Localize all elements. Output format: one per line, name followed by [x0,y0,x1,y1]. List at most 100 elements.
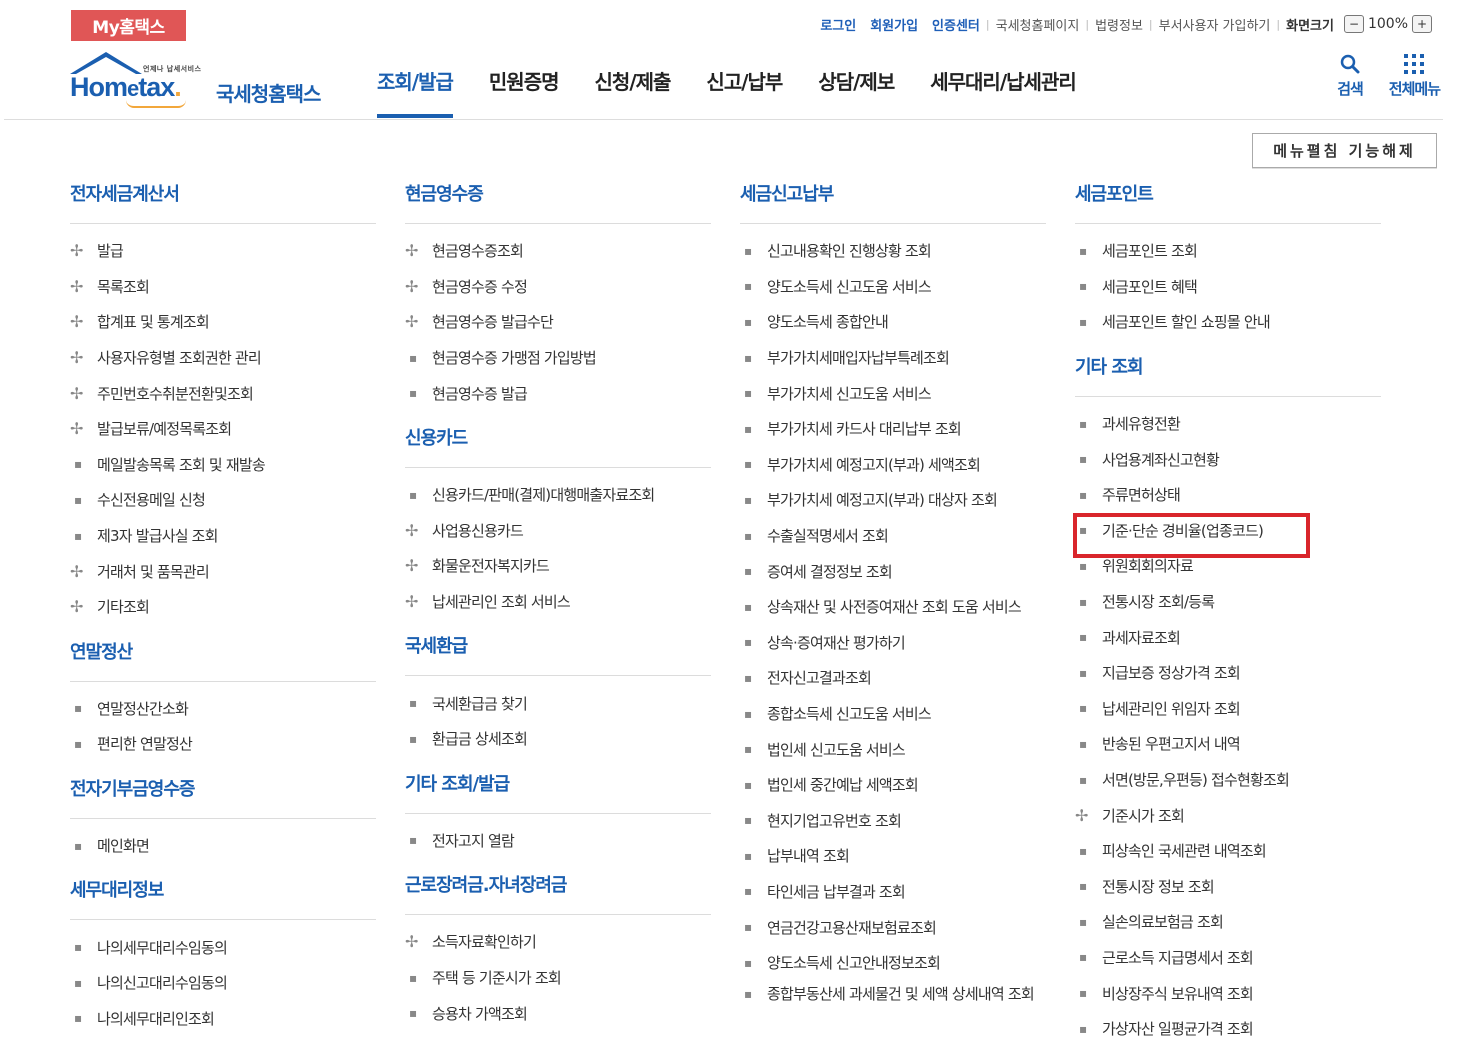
menu-item[interactable]: ▪ 연말정산간소화 [70,691,376,727]
menu-item[interactable]: ▪ 부가가치세매입자납부특례조회 [740,340,1046,376]
menu-item[interactable]: ▪ 상속·증여재산 평가하기 [740,625,1046,661]
menu-item[interactable]: ▪ 현금영수증 발급 [405,375,711,411]
menu-item[interactable]: ▪ 부가가치세 예정고지(부과) 세액조회 [740,447,1046,483]
menu-item[interactable]: ▪ 전통시장 조회/등록 [1075,584,1381,620]
menu-item[interactable]: ▪ 과세자료조회 [1075,619,1381,655]
menu-item[interactable]: ▪ 근로소득 지급명세서 조회 [1075,940,1381,976]
menu-item[interactable]: ✢ 기타조회 [70,589,376,625]
menu-item[interactable]: ▪ 납부내역 조회 [740,838,1046,874]
menu-item-highlighted[interactable]: ▪ 기준·단순 경비율(업종코드) [1073,512,1381,558]
menu-item[interactable]: ▪ 부가가치세 카드사 대리납부 조회 [740,411,1046,447]
gnb-inquiry-issue[interactable]: 조회/발급 [377,66,454,118]
menu-item[interactable]: ▪ 제3자 발급사실 조회 [70,518,376,554]
menu-item[interactable]: ▪ 양도소득세 신고안내정보조회 [740,945,1046,981]
nts-homepage-link[interactable]: 국세청홈페이지 [996,15,1080,34]
menu-item[interactable]: ▪ 부가가치세 신고도움 서비스 [740,375,1046,411]
menu-item[interactable]: ▪ 주류면허상태 [1075,477,1381,513]
gnb-report-pay[interactable]: 신고/납부 [706,66,783,118]
menu-item[interactable]: ▪ 양도소득세 종합안내 [740,304,1046,340]
menu-item[interactable]: ✢ 주민번호수취분전환및조회 [70,375,376,411]
menu-item[interactable]: ✢ 현금영수증조회 [405,233,711,269]
menu-item[interactable]: ✢ 발급 [70,233,376,269]
gnb-tax-agent[interactable]: 세무대리/납세관리 [930,66,1077,118]
menu-item[interactable]: ▪ 납세관리인 위임자 조회 [1075,691,1381,727]
menu-section-title[interactable]: 기타 조회/발급 [405,770,711,814]
menu-item[interactable]: ▪ 연금건강고용산재보험료조회 [740,909,1046,945]
menu-item[interactable]: ▪ 세금포인트 조회 [1075,233,1381,269]
menu-item[interactable]: ▪ 실손의료보험금 조회 [1075,904,1381,940]
my-hometax-button[interactable]: My홈택스 [71,10,186,41]
menu-item[interactable]: ▪ 가상자산 일평균가격 조회 [1075,1011,1381,1047]
menu-item[interactable]: ▪ 메일발송목록 조회 및 재발송 [70,447,376,483]
gnb-civil-certificate[interactable]: 민원증명 [489,66,560,118]
menu-item[interactable]: ▪ 승용차 가액조회 [405,995,711,1031]
menu-item[interactable]: ▪ 전통시장 정보 조회 [1075,869,1381,905]
login-link[interactable]: 로그인 [820,15,856,34]
menu-item[interactable]: ▪ 비상장주식 보유내역 조회 [1075,975,1381,1011]
menu-item[interactable]: ✢ 사용자유형별 조회권한 관리 [70,340,376,376]
menu-item[interactable]: ✢ 기준시가 조회 [1075,797,1381,833]
menu-item[interactable]: ▪ 나의신고대리수임동의 [70,965,376,1001]
menu-item[interactable]: ✢ 소득자료확인하기 [405,924,711,960]
menu-item[interactable]: ▪ 수출실적명세서 조회 [740,518,1046,554]
menu-item[interactable]: ▪ 신용카드/판매(결제)대행매출자료조회 [405,477,711,513]
menu-item[interactable]: ▪ 종합부동산세 과세물건 및 세액 상세내역 조회 [740,980,1046,1029]
menu-item[interactable]: ▪ 지급보증 정상가격 조회 [1075,655,1381,691]
menu-section-title[interactable]: 신용카드 [405,424,711,468]
signup-link[interactable]: 회원가입 [870,15,918,34]
menu-item[interactable]: ✢ 발급보류/예정목록조회 [70,411,376,447]
menu-item[interactable]: ▪ 상속재산 및 사전증여재산 조회 도움 서비스 [740,589,1046,625]
menu-section-title[interactable]: 국세환급 [405,632,711,677]
search-button[interactable]: 검색 [1337,54,1364,99]
gnb-apply-submit[interactable]: 신청/제출 [595,66,672,118]
menu-item[interactable]: ▪ 법인세 신고도움 서비스 [740,731,1046,767]
menu-item[interactable]: ▪ 환급금 상세조회 [405,721,711,757]
menu-section-title[interactable]: 세금포인트 [1075,180,1381,224]
menu-item[interactable]: ▪ 나의세무대리인조회 [70,1001,376,1037]
menu-item[interactable]: ▪ 부가가치세 예정고지(부과) 대상자 조회 [740,482,1046,518]
menu-item[interactable]: ▪ 편리한 연말정산 [70,726,376,762]
menu-section-title[interactable]: 전자세금계산서 [70,180,376,224]
menu-item[interactable]: ▪ 세금포인트 혜택 [1075,269,1381,305]
menu-item[interactable]: ✢ 현금영수증 수정 [405,269,711,305]
menu-item[interactable]: ▪ 전자신고결과조회 [740,660,1046,696]
menu-expand-toggle-button[interactable]: 메뉴펼침 기능해제 [1252,133,1437,168]
menu-item[interactable]: ▪ 서면(방문,우편등) 접수현황조회 [1075,762,1381,798]
menu-item[interactable]: ▪ 사업용계좌신고현황 [1075,441,1381,477]
menu-item[interactable]: ▪ 전자고지 열람 [405,823,711,859]
menu-item[interactable]: ▪ 양도소득세 신고도움 서비스 [740,269,1046,305]
menu-item[interactable]: ✢ 목록조회 [70,269,376,305]
menu-item[interactable]: ▪ 신고내용확인 진행상황 조회 [740,233,1046,269]
menu-section-title[interactable]: 세무대리정보 [70,876,376,921]
menu-section-title[interactable]: 근로장려금.자녀장려금 [405,871,711,916]
menu-item[interactable]: ▪ 종합소득세 신고도움 서비스 [740,696,1046,732]
menu-item[interactable]: ▪ 현지기업고유번호 조회 [740,803,1046,839]
menu-item[interactable]: ✢ 납세관리인 조회 서비스 [405,584,711,620]
menu-item[interactable]: ▪ 나의세무대리수임동의 [70,929,376,965]
menu-item[interactable]: ✢ 화물운전자복지카드 [405,548,711,584]
law-info-link[interactable]: 법령정보 [1095,15,1143,34]
hometax-logo[interactable]: 언제나 납세서비스 Hometax. 국세청홈택스 [68,50,330,112]
department-user-signup-link[interactable]: 부서사용자 가입하기 [1159,15,1271,34]
menu-section-title[interactable]: 전자기부금영수증 [70,775,376,819]
menu-item[interactable]: ✢ 합계표 및 통계조회 [70,304,376,340]
menu-section-title[interactable]: 현금영수증 [405,180,711,224]
zoom-in-button[interactable]: + [1412,15,1432,33]
menu-item[interactable]: ▪ 피상속인 국세관련 내역조회 [1075,833,1381,869]
menu-item[interactable]: ▪ 위원회회의자료 [1075,548,1381,584]
menu-section-title[interactable]: 기타 조회 [1075,353,1381,397]
menu-item[interactable]: ▪ 증여세 결정정보 조회 [740,553,1046,589]
menu-item[interactable]: ▪ 법인세 중간예납 세액조회 [740,767,1046,803]
zoom-out-button[interactable]: − [1343,15,1364,33]
menu-section-title[interactable]: 세금신고납부 [740,180,1046,224]
menu-item[interactable]: ▪ 과세유형전환 [1075,406,1381,442]
menu-item[interactable]: ▪ 타인세금 납부결과 조회 [740,874,1046,910]
menu-item[interactable]: ▪ 국세환급금 찾기 [405,685,711,721]
menu-item[interactable]: ▪ 현금영수증 가맹점 가입방법 [405,340,711,376]
cert-center-link[interactable]: 인증센터 [932,15,980,34]
menu-item[interactable]: ✢ 사업용신용카드 [405,513,711,549]
menu-item[interactable]: ✢ 거래처 및 품목관리 [70,553,376,589]
menu-item[interactable]: ▪ 메인화면 [70,828,376,864]
menu-item[interactable]: ▪ 반송된 우편고지서 내역 [1075,726,1381,762]
gnb-consult-report[interactable]: 상담/제보 [818,66,895,118]
